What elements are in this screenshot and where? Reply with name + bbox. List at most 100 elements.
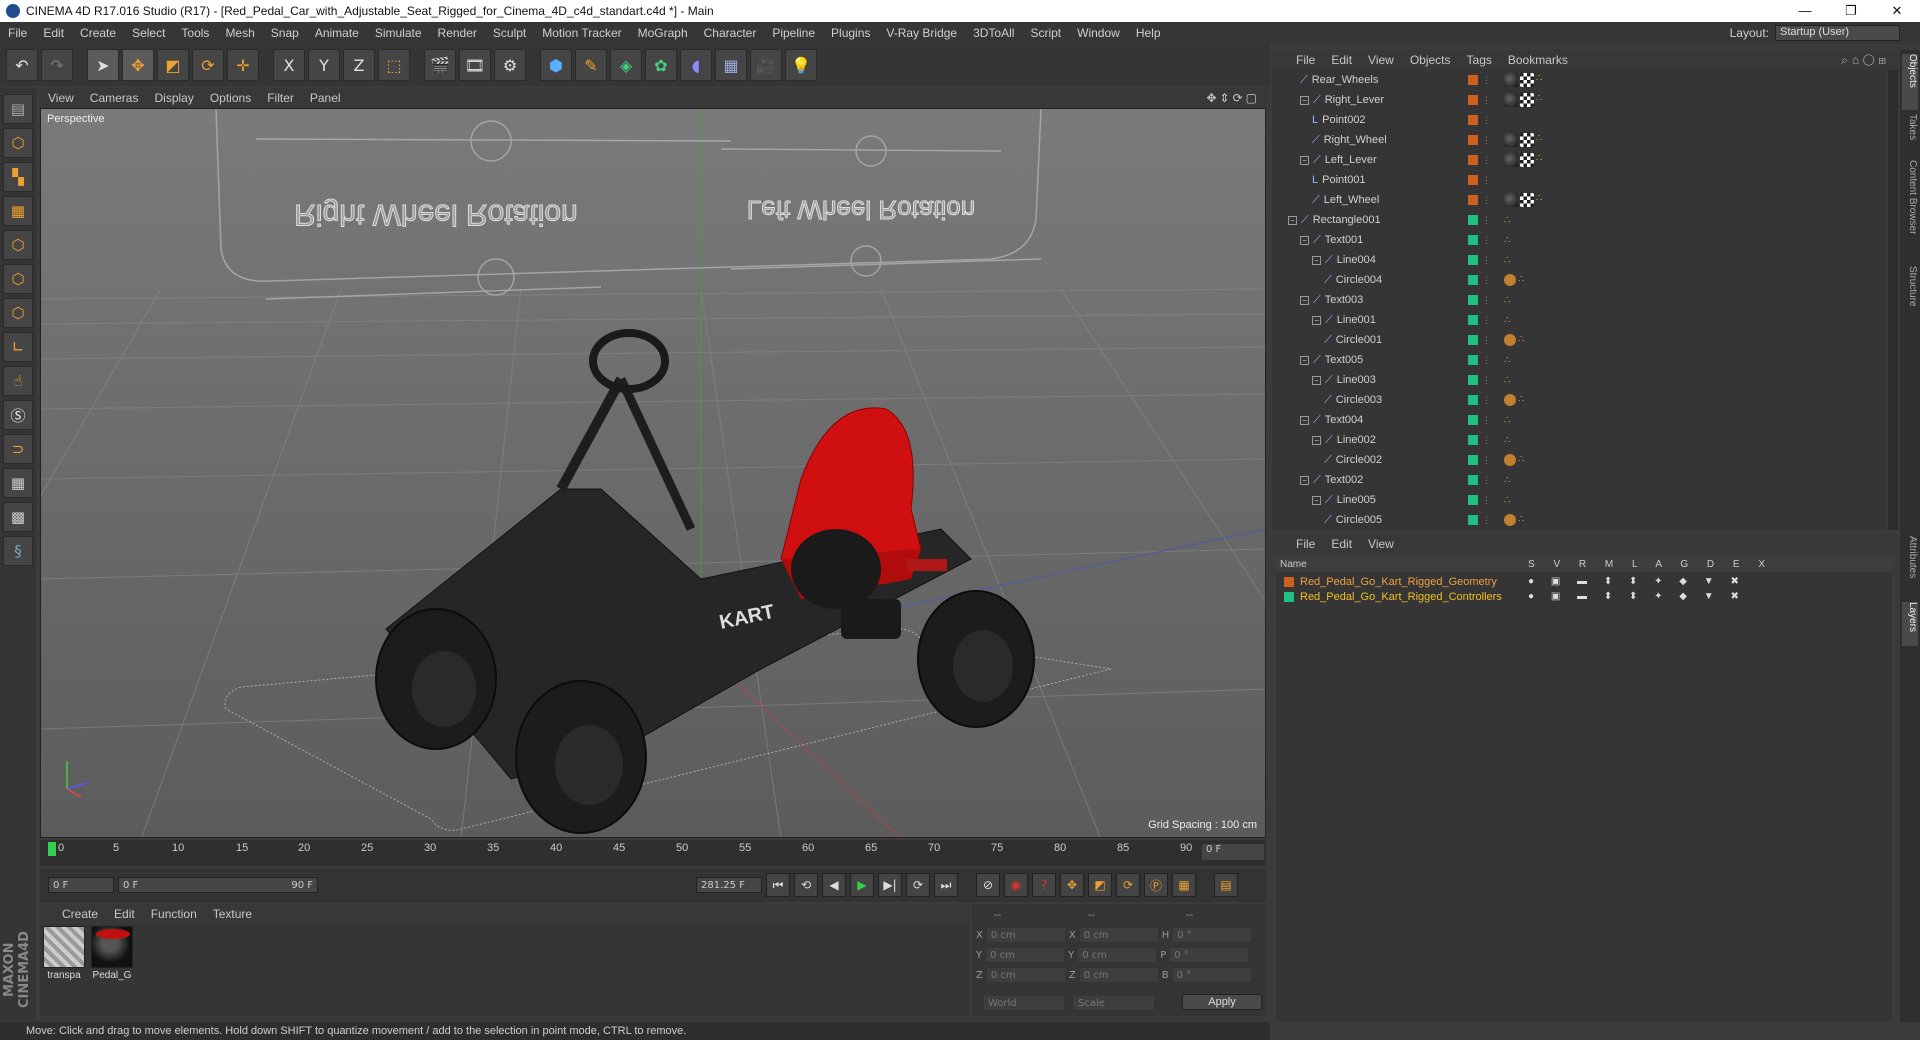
object-row[interactable]: − ⟋ Line004 ⋮ ∴ [1272, 250, 1886, 270]
object-row[interactable]: ⟋ Circle001 ⋮ ∴ [1272, 330, 1886, 350]
protection-tag-icon[interactable] [1504, 514, 1516, 526]
om-menu-objects[interactable]: Objects [1402, 53, 1459, 67]
object-name[interactable]: Rectangle001 [1313, 214, 1381, 226]
visibility-dots[interactable]: ⋮ [1482, 455, 1491, 466]
layer-color-swatch[interactable] [1468, 235, 1478, 245]
lm-menu-file[interactable]: File [1288, 537, 1323, 551]
lm-menu-edit[interactable]: Edit [1323, 537, 1360, 551]
close-button[interactable]: ✕ [1874, 3, 1920, 19]
object-name[interactable]: Circle001 [1336, 334, 1382, 346]
object-name[interactable]: Text003 [1325, 294, 1364, 306]
object-name[interactable]: Text005 [1325, 354, 1364, 366]
xpresso-tag-icon[interactable]: ∴ [1518, 514, 1528, 525]
xpresso-tag-icon[interactable]: ∴ [1536, 93, 1546, 104]
om-menu-bookmarks[interactable]: Bookmarks [1500, 53, 1576, 67]
object-row[interactable]: ⟋ Circle003 ⋮ ∴ [1272, 390, 1886, 410]
tab-attributes[interactable]: Attributes [1902, 536, 1918, 598]
floor-icon[interactable]: ▦ [715, 49, 747, 81]
layer-color-swatch[interactable] [1468, 155, 1478, 165]
xpresso-tag-icon[interactable]: ∴ [1504, 315, 1514, 326]
visibility-dots[interactable]: ⋮ [1482, 235, 1491, 246]
layer-color-swatch[interactable] [1468, 175, 1478, 185]
size-z-field[interactable]: 0 cm [1079, 968, 1158, 982]
xpresso-tag-icon[interactable]: ∴ [1518, 274, 1528, 285]
render-picture-viewer-icon[interactable]: 🎞 [459, 49, 491, 81]
layer-color-swatch[interactable] [1468, 435, 1478, 445]
xpresso-tag-icon[interactable]: ∴ [1518, 334, 1528, 345]
xpresso-tag-icon[interactable]: ∴ [1536, 193, 1546, 204]
3d-viewport[interactable]: Right Wheel Rotation Left Wheel Rotation… [40, 108, 1266, 838]
om-menu-file[interactable]: File [1288, 53, 1323, 67]
layer-row[interactable]: Red_Pedal_Go_Kart_Rigged_Geometry ● ▣ ▬ ⬍… [1276, 574, 1892, 589]
xpresso-tag-icon[interactable]: ∴ [1536, 133, 1546, 144]
layer-color-swatch[interactable] [1468, 495, 1478, 505]
axis-mode-icon[interactable]: ∟ [3, 332, 33, 362]
position-z-field[interactable]: 0 cm [986, 968, 1065, 982]
layer-color-swatch[interactable] [1284, 576, 1294, 587]
layer-color-swatch[interactable] [1468, 95, 1478, 105]
xpresso-tag-icon[interactable]: ∴ [1518, 454, 1528, 465]
layer-color-swatch[interactable] [1468, 195, 1478, 205]
object-name[interactable]: Line005 [1337, 494, 1376, 506]
menu-tools[interactable]: Tools [173, 26, 217, 40]
go-to-start-icon[interactable]: ⏮ [766, 873, 790, 897]
layer-color-swatch[interactable] [1468, 255, 1478, 265]
cube-icon[interactable]: ⬢ [540, 49, 572, 81]
python-icon[interactable]: § [3, 536, 33, 566]
visibility-dots[interactable]: ⋮ [1482, 155, 1491, 166]
add-move-icon[interactable]: ✛ [227, 49, 259, 81]
visibility-dots[interactable]: ⋮ [1482, 275, 1491, 286]
playhead-marker[interactable] [48, 842, 56, 856]
object-name[interactable]: Circle003 [1336, 394, 1382, 406]
menu-plugins[interactable]: Plugins [823, 26, 878, 40]
xpresso-tag-icon[interactable]: ∴ [1504, 495, 1514, 506]
render-view-icon[interactable]: 🎬 [424, 49, 456, 81]
collapse-toggle[interactable]: − [1300, 475, 1309, 485]
viewport-nav-icons[interactable]: ✥⇕⟳▢ [1206, 91, 1266, 105]
maximize-button[interactable]: ❐ [1828, 3, 1874, 19]
layout-select[interactable]: Startup (User) [1775, 25, 1900, 41]
menu-pipeline[interactable]: Pipeline [764, 26, 823, 40]
key-scale-icon[interactable]: ◩ [1088, 873, 1112, 897]
rotation-b-field[interactable]: 0 ° [1172, 968, 1251, 982]
viewport-menu-view[interactable]: View [40, 91, 82, 105]
layer-color-swatch[interactable] [1468, 395, 1478, 405]
material-tag-icon[interactable] [1504, 93, 1518, 107]
workplane-icon[interactable]: ▦ [3, 196, 33, 226]
points-mode-icon[interactable]: ⬡ [3, 230, 33, 260]
collapse-toggle[interactable]: − [1312, 375, 1321, 385]
menu-script[interactable]: Script [1022, 26, 1069, 40]
size-x-field[interactable]: 0 cm [1079, 928, 1158, 942]
om-menu-edit[interactable]: Edit [1323, 53, 1360, 67]
om-menu-tags[interactable]: Tags [1459, 53, 1500, 67]
xpresso-tag-icon[interactable]: ∴ [1504, 355, 1514, 366]
frame-end-field[interactable]: 0 F [1202, 844, 1264, 860]
object-row[interactable]: ⟋ Circle002 ⋮ ∴ [1272, 450, 1886, 470]
object-name[interactable]: Line001 [1337, 314, 1376, 326]
texture-tag-icon[interactable] [1520, 133, 1534, 147]
mat-menu-function[interactable]: Function [143, 907, 205, 921]
key-pla-icon[interactable]: ▦ [1172, 873, 1196, 897]
rotate-icon[interactable]: ⟳ [192, 49, 224, 81]
visibility-dots[interactable]: ⋮ [1482, 435, 1491, 446]
tab-content-browser[interactable]: Content Browser [1902, 160, 1918, 260]
object-row[interactable]: L Point001 ⋮ [1272, 170, 1886, 190]
xpresso-tag-icon[interactable]: ∴ [1504, 235, 1514, 246]
prev-key-icon[interactable]: ⟲ [794, 873, 818, 897]
layer-name[interactable]: Red_Pedal_Go_Kart_Rigged_Geometry [1300, 576, 1497, 588]
material-tag-icon[interactable] [1504, 73, 1518, 87]
layer-color-swatch[interactable] [1468, 335, 1478, 345]
collapse-toggle[interactable]: − [1312, 435, 1321, 445]
key-rotation-icon[interactable]: ⟳ [1116, 873, 1140, 897]
menu-snap[interactable]: Snap [263, 26, 307, 40]
object-name[interactable]: Point001 [1322, 174, 1365, 186]
menu-mesh[interactable]: Mesh [217, 26, 262, 40]
xpresso-tag-icon[interactable]: ∴ [1504, 415, 1514, 426]
object-name[interactable]: Line003 [1337, 374, 1376, 386]
visibility-dots[interactable]: ⋮ [1482, 495, 1491, 506]
visibility-dots[interactable]: ⋮ [1482, 355, 1491, 366]
visibility-dots[interactable]: ⋮ [1482, 75, 1491, 86]
object-row[interactable]: − ⟋ Line002 ⋮ ∴ [1272, 430, 1886, 450]
tab-takes[interactable]: Takes [1902, 114, 1918, 154]
mat-menu-edit[interactable]: Edit [106, 907, 143, 921]
